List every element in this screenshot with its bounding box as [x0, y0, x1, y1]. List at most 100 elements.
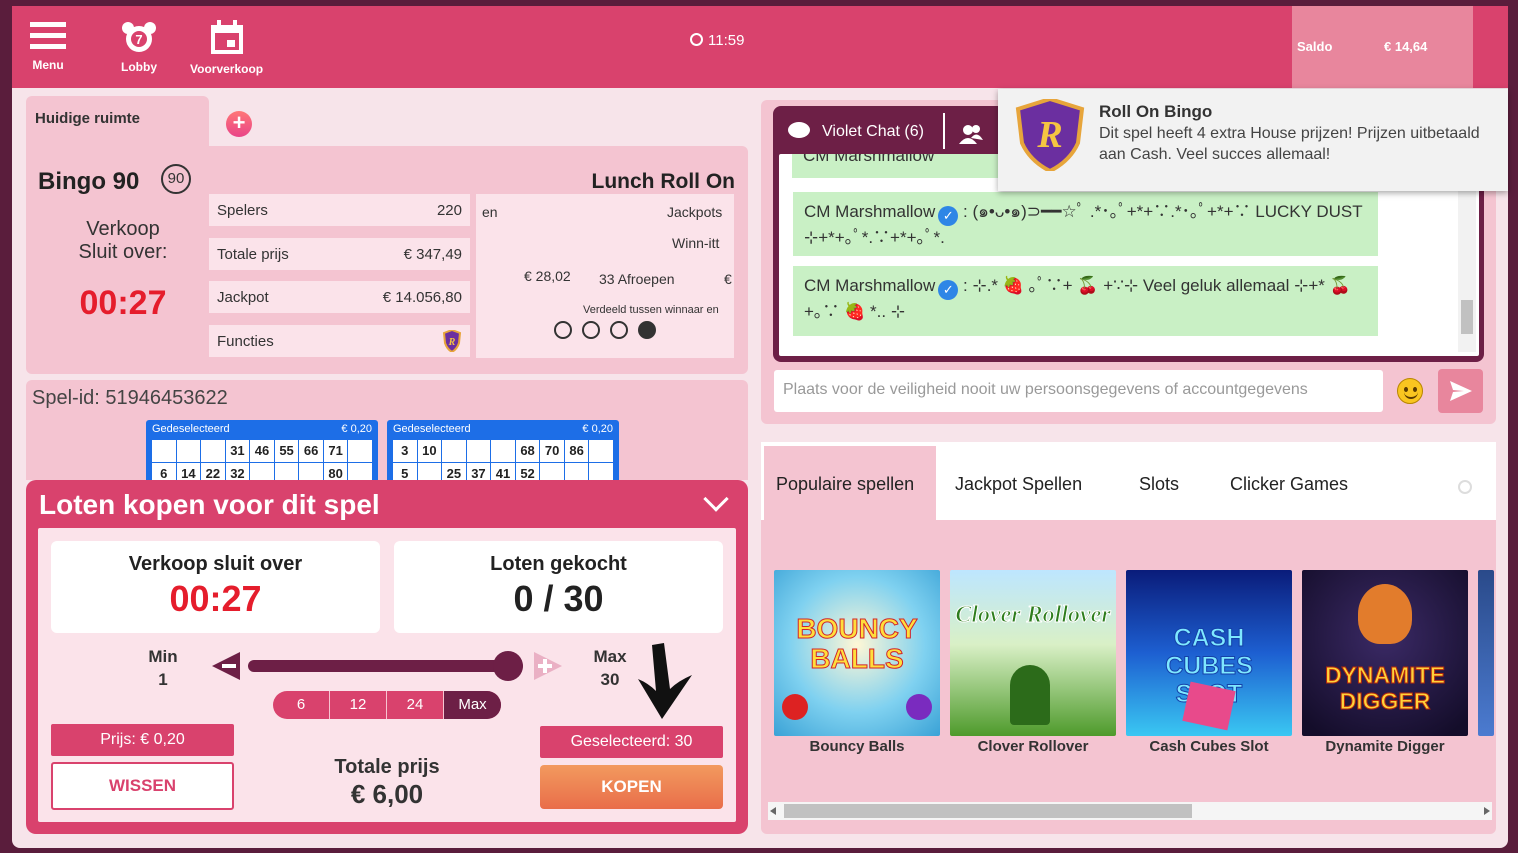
ticket-price: € 0,20 [582, 423, 613, 435]
users-icon[interactable] [959, 124, 983, 144]
ticket-cell: 70 [540, 440, 564, 462]
roll-on-logo-icon: R [1015, 99, 1085, 171]
jackpot-text: 33 Afroepen [599, 271, 675, 287]
carousel-dot-active[interactable] [638, 321, 656, 339]
chat-author: CM Marshmallow [803, 154, 935, 165]
plus-icon: + [232, 110, 246, 135]
chat-tab-divider [943, 113, 945, 149]
roll-on-shield-icon: R [442, 330, 462, 352]
ticket-status: Gedeselecteerd [152, 423, 230, 435]
game-id: Spel-id: 51946453622 [32, 387, 228, 409]
ticket-cell: 86 [564, 440, 589, 462]
arrow-cursor-icon [638, 643, 692, 719]
preset-12-button[interactable]: 12 [330, 691, 387, 719]
sale-timer: 00:27 [79, 284, 167, 322]
balance-value: € 14,64 [1384, 39, 1428, 54]
scrollbar-thumb[interactable] [784, 804, 1192, 818]
quantity-slider[interactable] [248, 660, 523, 672]
ticket-cell: 55 [274, 440, 299, 462]
max-indicator: Max 30 [585, 645, 635, 691]
increase-button[interactable] [532, 650, 564, 682]
verified-icon: ✓ [938, 206, 959, 226]
game-title: Cash Cubes Slot [1149, 738, 1269, 755]
menu-button[interactable]: Menu [30, 20, 66, 72]
ticket-cell [491, 440, 515, 462]
tab-slots[interactable]: Slots [1139, 474, 1179, 495]
jackpot-text: € 28,02 [524, 268, 571, 284]
scroll-right-icon[interactable] [1484, 807, 1490, 815]
tab-jackpot-games[interactable]: Jackpot Spellen [955, 474, 1082, 495]
carousel-dot[interactable] [610, 321, 628, 339]
ticket-cell: 31 [225, 440, 250, 462]
room-title: Lunch Roll On [591, 170, 735, 193]
ticket-grid: 31 46 55 66 71 6 14 22 32 80 [152, 440, 372, 485]
preset-24-button[interactable]: 24 [387, 691, 444, 719]
quantity-presets: 6 12 24 Max [273, 691, 501, 719]
slider-handle[interactable] [493, 651, 523, 681]
carousel-dot[interactable] [554, 321, 572, 339]
tab-violet-chat[interactable]: Violet Chat (6) [788, 122, 924, 141]
jackpot-text: Verdeeld tussen winnaar en [583, 304, 719, 316]
chat-message: CM Marshmallow ✓ : (๑•ᴗ•๑)⊃━━☆ﾟ .*･｡ﾟ+*+∵… [793, 192, 1378, 256]
search-icon[interactable] [1458, 480, 1472, 494]
max-value: 30 [600, 670, 620, 689]
presale-button[interactable]: Voorverkoop [190, 20, 263, 76]
game-tile-bouncy-balls[interactable]: BOUNCY BALLS [774, 570, 940, 736]
chat-input[interactable]: Plaats voor de veiligheid nooit uw perso… [774, 370, 1383, 412]
game-tile-cash-cubes[interactable]: CASH CUBES SLOT [1126, 570, 1292, 736]
game-tile-partial[interactable] [1478, 570, 1494, 736]
send-button[interactable] [1438, 369, 1483, 413]
card-value: 00:27 [169, 578, 262, 619]
sale-closes-card: Verkoop sluit over 00:27 [51, 541, 380, 633]
info-label: Totale prijs [217, 245, 289, 263]
emoji-icon[interactable] [1397, 378, 1423, 404]
info-label: Jackpot [217, 288, 269, 306]
min-indicator: Min 1 [138, 645, 188, 691]
ticket-cell [348, 440, 372, 462]
info-row-jackpot: Jackpot € 14.056,80 [209, 281, 470, 313]
miner-icon [1358, 584, 1412, 644]
tab-clicker-games[interactable]: Clicker Games [1230, 474, 1348, 495]
chat-author: CM Marshmallow [804, 276, 936, 295]
chat-separator: : [958, 202, 973, 221]
total-price-value: € 6,00 [350, 779, 424, 809]
verified-icon: ✓ [938, 280, 959, 300]
carousel-dot[interactable] [582, 321, 600, 339]
ticket-cell: 71 [323, 440, 348, 462]
clear-button[interactable]: WISSEN [51, 762, 234, 810]
game-tile-dynamite-digger[interactable]: DYNAMITE DIGGER [1302, 570, 1468, 736]
info-row-players: Spelers 220 [209, 194, 470, 226]
jackpot-carousel: en Jackpots Winn-itt € 28,02 33 Afroepen… [476, 194, 734, 358]
add-room-button[interactable]: + [226, 111, 252, 137]
games-scrollbar[interactable] [768, 802, 1492, 820]
cube-icon [1182, 681, 1236, 731]
selected-count: Geselecteerd: 30 [540, 726, 723, 758]
clock-icon [690, 33, 703, 46]
ticket-cell [589, 440, 613, 462]
lobby-button[interactable]: 7 Lobby [120, 20, 158, 74]
tab-current-room-label: Huidige ruimte [35, 110, 141, 127]
chat-tab-label: Violet Chat (6) [822, 123, 924, 140]
ball-icon [782, 694, 808, 720]
ticket-price: € 0,20 [341, 423, 372, 435]
scrollbar-thumb[interactable] [1461, 300, 1473, 334]
preset-max-button[interactable]: Max [444, 691, 501, 719]
game-name: Bingo 90 [38, 168, 140, 195]
jackpot-text: en [482, 204, 498, 220]
tab-popular-games[interactable]: Populaire spellen [776, 474, 914, 495]
chat-separator: : [958, 276, 973, 295]
ticket-price-label: Prijs: € 0,20 [51, 724, 234, 756]
hamburger-icon [30, 22, 66, 49]
buy-button[interactable]: KOPEN [540, 765, 723, 809]
tab-current-room[interactable]: Huidige ruimte [26, 96, 209, 146]
jackpot-text: Winn-itt [672, 235, 720, 251]
preset-6-button[interactable]: 6 [273, 691, 330, 719]
game-tile-clover-rollover[interactable]: Clover Rollover [950, 570, 1116, 736]
info-value: 220 [436, 201, 462, 219]
game-art-title: DYNAMITE DIGGER [1324, 662, 1446, 715]
scroll-left-icon[interactable] [770, 807, 776, 815]
decrease-button[interactable] [210, 650, 242, 682]
balance-box: Saldo € 14,64 [1292, 6, 1473, 88]
calendar-icon [210, 20, 243, 54]
ticket-cell: 46 [250, 440, 274, 462]
